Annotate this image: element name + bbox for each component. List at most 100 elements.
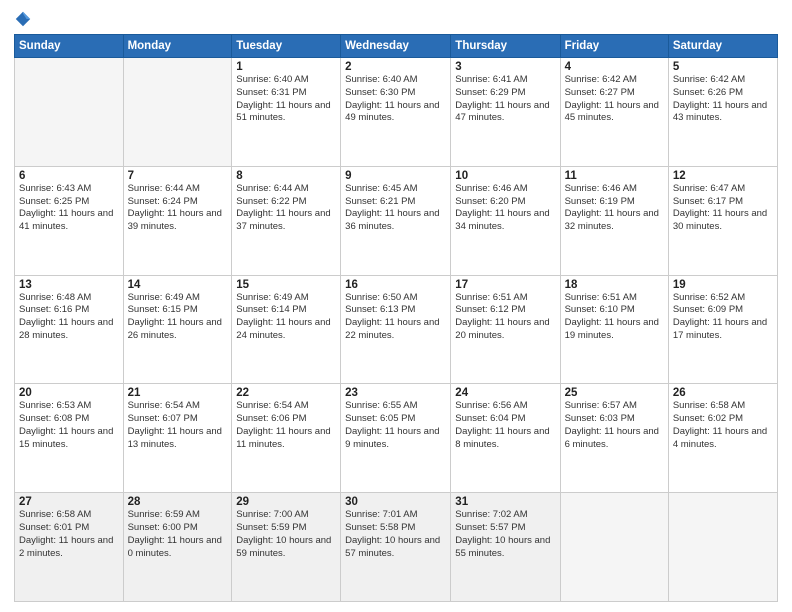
day-detail: Sunrise: 6:51 AM Sunset: 6:12 PM Dayligh… [455,292,555,343]
day-number: 18 [565,279,664,291]
day-detail: Sunrise: 6:53 AM Sunset: 6:08 PM Dayligh… [19,400,119,451]
calendar-cell: 3Sunrise: 6:41 AM Sunset: 6:29 PM Daylig… [451,58,560,167]
day-header-sunday: Sunday [15,35,124,58]
day-number: 15 [236,279,336,291]
calendar-cell: 27Sunrise: 6:58 AM Sunset: 6:01 PM Dayli… [15,493,124,602]
day-detail: Sunrise: 6:57 AM Sunset: 6:03 PM Dayligh… [565,400,664,451]
calendar-cell: 10Sunrise: 6:46 AM Sunset: 6:20 PM Dayli… [451,166,560,275]
day-number: 24 [455,387,555,399]
day-number: 13 [19,279,119,291]
day-number: 30 [345,496,446,508]
day-number: 6 [19,170,119,182]
calendar-cell [560,493,668,602]
page: SundayMondayTuesdayWednesdayThursdayFrid… [0,0,792,612]
day-detail: Sunrise: 6:41 AM Sunset: 6:29 PM Dayligh… [455,74,555,125]
day-number: 14 [128,279,228,291]
day-detail: Sunrise: 6:58 AM Sunset: 6:01 PM Dayligh… [19,509,119,560]
calendar-cell: 19Sunrise: 6:52 AM Sunset: 6:09 PM Dayli… [668,275,777,384]
calendar-cell: 22Sunrise: 6:54 AM Sunset: 6:06 PM Dayli… [232,384,341,493]
calendar-cell: 28Sunrise: 6:59 AM Sunset: 6:00 PM Dayli… [123,493,232,602]
calendar-cell: 14Sunrise: 6:49 AM Sunset: 6:15 PM Dayli… [123,275,232,384]
day-detail: Sunrise: 6:50 AM Sunset: 6:13 PM Dayligh… [345,292,446,343]
calendar-cell: 8Sunrise: 6:44 AM Sunset: 6:22 PM Daylig… [232,166,341,275]
day-header-friday: Friday [560,35,668,58]
day-detail: Sunrise: 6:54 AM Sunset: 6:07 PM Dayligh… [128,400,228,451]
calendar-cell: 21Sunrise: 6:54 AM Sunset: 6:07 PM Dayli… [123,384,232,493]
day-number: 25 [565,387,664,399]
day-number: 31 [455,496,555,508]
day-detail: Sunrise: 6:42 AM Sunset: 6:27 PM Dayligh… [565,74,664,125]
calendar-week-row: 1Sunrise: 6:40 AM Sunset: 6:31 PM Daylig… [15,58,778,167]
calendar-cell: 31Sunrise: 7:02 AM Sunset: 5:57 PM Dayli… [451,493,560,602]
calendar-cell: 2Sunrise: 6:40 AM Sunset: 6:30 PM Daylig… [341,58,451,167]
day-detail: Sunrise: 6:44 AM Sunset: 6:22 PM Dayligh… [236,183,336,234]
calendar-cell: 9Sunrise: 6:45 AM Sunset: 6:21 PM Daylig… [341,166,451,275]
day-header-wednesday: Wednesday [341,35,451,58]
day-number: 20 [19,387,119,399]
day-number: 7 [128,170,228,182]
day-detail: Sunrise: 6:58 AM Sunset: 6:02 PM Dayligh… [673,400,773,451]
day-number: 5 [673,61,773,73]
day-detail: Sunrise: 7:00 AM Sunset: 5:59 PM Dayligh… [236,509,336,560]
calendar-cell: 30Sunrise: 7:01 AM Sunset: 5:58 PM Dayli… [341,493,451,602]
calendar-week-row: 6Sunrise: 6:43 AM Sunset: 6:25 PM Daylig… [15,166,778,275]
day-detail: Sunrise: 6:45 AM Sunset: 6:21 PM Dayligh… [345,183,446,234]
day-number: 10 [455,170,555,182]
day-detail: Sunrise: 6:40 AM Sunset: 6:31 PM Dayligh… [236,74,336,125]
calendar-cell: 15Sunrise: 6:49 AM Sunset: 6:14 PM Dayli… [232,275,341,384]
day-header-tuesday: Tuesday [232,35,341,58]
day-number: 26 [673,387,773,399]
calendar-week-row: 13Sunrise: 6:48 AM Sunset: 6:16 PM Dayli… [15,275,778,384]
day-number: 3 [455,61,555,73]
day-detail: Sunrise: 6:42 AM Sunset: 6:26 PM Dayligh… [673,74,773,125]
calendar-cell: 29Sunrise: 7:00 AM Sunset: 5:59 PM Dayli… [232,493,341,602]
day-number: 17 [455,279,555,291]
calendar-cell: 24Sunrise: 6:56 AM Sunset: 6:04 PM Dayli… [451,384,560,493]
calendar-cell: 1Sunrise: 6:40 AM Sunset: 6:31 PM Daylig… [232,58,341,167]
calendar-cell: 26Sunrise: 6:58 AM Sunset: 6:02 PM Dayli… [668,384,777,493]
day-number: 11 [565,170,664,182]
calendar-cell: 23Sunrise: 6:55 AM Sunset: 6:05 PM Dayli… [341,384,451,493]
calendar-cell: 4Sunrise: 6:42 AM Sunset: 6:27 PM Daylig… [560,58,668,167]
day-number: 9 [345,170,446,182]
calendar-cell: 11Sunrise: 6:46 AM Sunset: 6:19 PM Dayli… [560,166,668,275]
day-number: 27 [19,496,119,508]
calendar-cell: 16Sunrise: 6:50 AM Sunset: 6:13 PM Dayli… [341,275,451,384]
day-detail: Sunrise: 6:47 AM Sunset: 6:17 PM Dayligh… [673,183,773,234]
day-number: 28 [128,496,228,508]
day-number: 8 [236,170,336,182]
day-number: 29 [236,496,336,508]
calendar-cell: 20Sunrise: 6:53 AM Sunset: 6:08 PM Dayli… [15,384,124,493]
calendar-cell: 18Sunrise: 6:51 AM Sunset: 6:10 PM Dayli… [560,275,668,384]
header [14,10,778,28]
day-detail: Sunrise: 6:48 AM Sunset: 6:16 PM Dayligh… [19,292,119,343]
day-detail: Sunrise: 6:43 AM Sunset: 6:25 PM Dayligh… [19,183,119,234]
day-number: 16 [345,279,446,291]
day-detail: Sunrise: 6:46 AM Sunset: 6:20 PM Dayligh… [455,183,555,234]
logo-icon [14,10,32,28]
day-number: 1 [236,61,336,73]
day-number: 2 [345,61,446,73]
day-number: 22 [236,387,336,399]
day-detail: Sunrise: 6:54 AM Sunset: 6:06 PM Dayligh… [236,400,336,451]
calendar-cell: 12Sunrise: 6:47 AM Sunset: 6:17 PM Dayli… [668,166,777,275]
day-detail: Sunrise: 6:49 AM Sunset: 6:15 PM Dayligh… [128,292,228,343]
calendar-cell [668,493,777,602]
day-detail: Sunrise: 6:51 AM Sunset: 6:10 PM Dayligh… [565,292,664,343]
day-detail: Sunrise: 6:49 AM Sunset: 6:14 PM Dayligh… [236,292,336,343]
calendar-table: SundayMondayTuesdayWednesdayThursdayFrid… [14,34,778,602]
day-number: 12 [673,170,773,182]
day-detail: Sunrise: 6:59 AM Sunset: 6:00 PM Dayligh… [128,509,228,560]
calendar-header-row: SundayMondayTuesdayWednesdayThursdayFrid… [15,35,778,58]
day-number: 21 [128,387,228,399]
day-detail: Sunrise: 7:01 AM Sunset: 5:58 PM Dayligh… [345,509,446,560]
calendar-cell: 13Sunrise: 6:48 AM Sunset: 6:16 PM Dayli… [15,275,124,384]
day-header-monday: Monday [123,35,232,58]
day-number: 23 [345,387,446,399]
logo [14,10,36,28]
calendar-week-row: 20Sunrise: 6:53 AM Sunset: 6:08 PM Dayli… [15,384,778,493]
day-detail: Sunrise: 6:56 AM Sunset: 6:04 PM Dayligh… [455,400,555,451]
calendar-cell [15,58,124,167]
day-header-thursday: Thursday [451,35,560,58]
day-detail: Sunrise: 6:40 AM Sunset: 6:30 PM Dayligh… [345,74,446,125]
